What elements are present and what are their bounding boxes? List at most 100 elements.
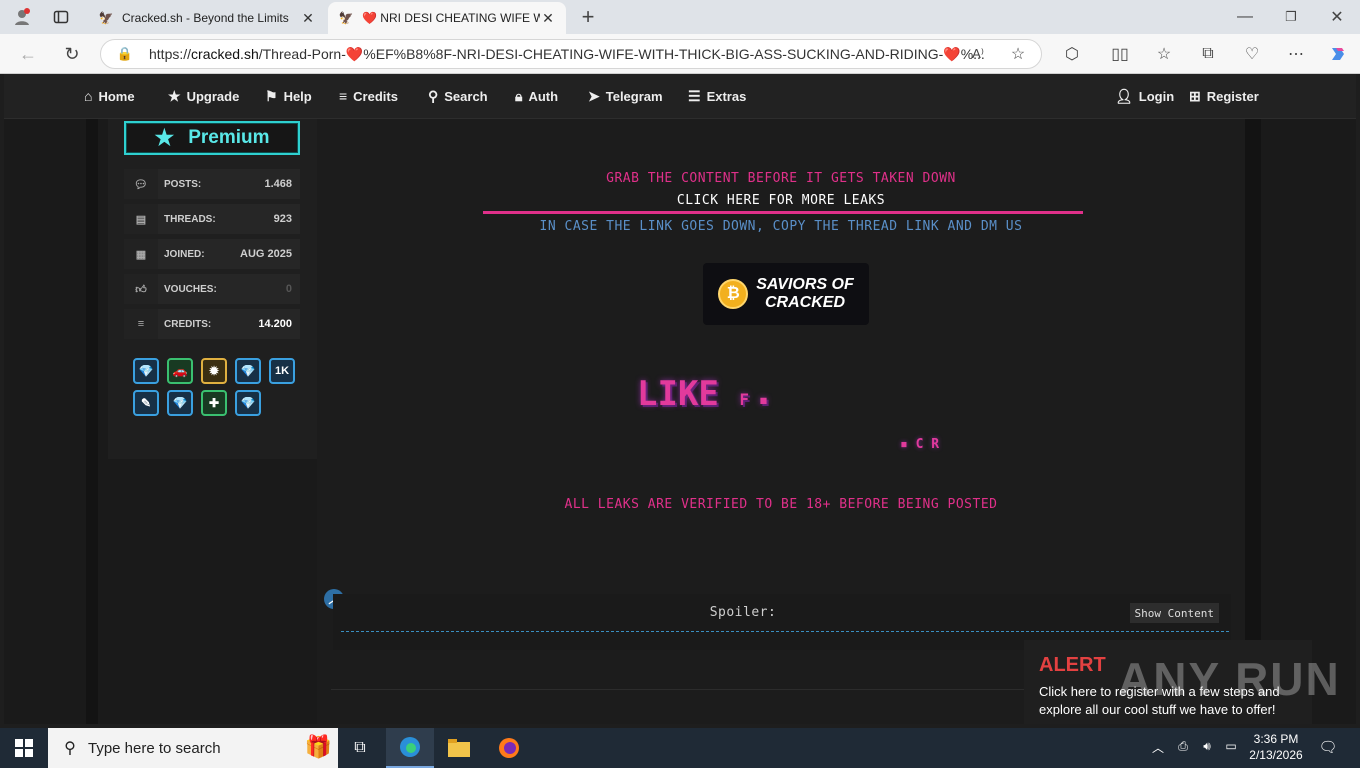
favorite-star-icon[interactable]: ☆ — [1006, 42, 1030, 66]
copilot-icon[interactable] — [1326, 42, 1350, 66]
diamond-award-icon[interactable]: 💎 — [167, 390, 193, 416]
nav-extras-label: Extras — [706, 89, 747, 104]
extensions-icon[interactable]: ⬡ — [1060, 42, 1084, 66]
performance-icon[interactable]: ♡ — [1240, 42, 1264, 66]
url-path: /Thread-Porn-❤️%EF%B8%8F-NRI-DESI-CHEATI… — [258, 45, 985, 62]
stat-value: AUG 2025 — [240, 248, 292, 260]
rank-label: Premium — [188, 127, 270, 148]
flag-icon: ⚑ — [265, 88, 278, 104]
calendar-icon: ▦ — [124, 239, 158, 269]
volume-icon[interactable]: 🔊︎ — [1198, 739, 1216, 754]
diamond-award-icon[interactable]: 💎 — [235, 390, 261, 416]
right-gutter — [1245, 119, 1261, 724]
nav-register[interactable]: ⊞ Register — [1189, 88, 1259, 105]
like-banner[interactable]: LIKE F ▪ — [637, 374, 768, 414]
telegram-icon: ➤ — [588, 88, 600, 104]
nav-login-label: Login — [1138, 89, 1175, 104]
profile-icon[interactable] — [10, 6, 34, 28]
windows-start-icon[interactable] — [12, 737, 36, 759]
tab-cracked-home[interactable]: 🦅 Cracked.sh - Beyond the Limits ✕ — [88, 2, 326, 34]
more-leaks-link[interactable]: CLICK HERE FOR MORE LEAKS — [317, 193, 1245, 208]
reload-icon[interactable]: ↻ — [60, 42, 84, 66]
diamond-award-icon[interactable]: 💎 — [235, 358, 261, 384]
nav-auth[interactable]: 🔒︎ Auth — [515, 88, 558, 105]
taskbar-search-box[interactable]: ⚲ Type here to search 🎁 — [48, 728, 338, 768]
author-sidebar: ★ Premium 💬︎ POSTS: 1.468 ▤ THREADS: 923… — [108, 119, 318, 459]
read-aloud-icon[interactable]: A⁾ — [966, 42, 990, 66]
network-meet-icon[interactable]: ⎙ — [1174, 739, 1192, 754]
left-gutter — [86, 119, 98, 724]
grab-content-text: GRAB THE CONTENT BEFORE IT GETS TAKEN DO… — [606, 171, 956, 186]
spoiler-divider — [341, 631, 1229, 632]
alert-title: ALERT — [1039, 654, 1106, 676]
collections-icon[interactable]: ⧉ — [1196, 42, 1220, 66]
show-hidden-icons[interactable]: ︿ — [1150, 739, 1166, 756]
restore-icon[interactable]: ❐ — [1278, 6, 1304, 28]
tab-actions-icon[interactable] — [50, 7, 72, 27]
stat-value: 14.200 — [258, 318, 292, 330]
coins-icon: ≡ — [339, 88, 348, 104]
site-navbar: ⌂ Home ★ Upgrade ⚑ Help ≡ Credits ⚲ Search 🔒︎… — [4, 74, 1356, 119]
search-icon: ⚲ — [64, 740, 76, 757]
nav-home[interactable]: ⌂ Home — [84, 88, 135, 104]
coins-icon: ≡ — [124, 309, 158, 339]
new-tab-icon[interactable]: + — [576, 4, 600, 29]
sun-award-icon[interactable]: ✹ — [201, 358, 227, 384]
site-info-icon[interactable]: 🔒 — [117, 46, 133, 62]
saviors-of-cracked-logo[interactable]: ₿ SAVIORS OF CRACKED — [703, 263, 869, 325]
address-bar[interactable]: 🔒 https://cracked.sh/Thread-Porn-❤️%EF%B… — [100, 39, 1042, 69]
comments-icon: 💬︎ — [124, 169, 158, 199]
stat-joined: ▦ JOINED: AUG 2025 — [124, 239, 300, 269]
tab-title: ❤️ NRI DESI CHEATING WIFE WIT — [362, 11, 540, 25]
nav-credits-label: Credits — [353, 88, 398, 104]
firefox-icon[interactable] — [496, 736, 522, 760]
divider — [483, 211, 1083, 214]
network-icon[interactable]: ▭ — [1222, 739, 1240, 753]
1k-award-icon[interactable]: 1K — [269, 358, 295, 384]
notifications-icon[interactable]: 🗨︎ — [1318, 738, 1338, 756]
browser-tab-strip: 🦅 Cracked.sh - Beyond the Limits ✕ 🦅 ❤️ … — [0, 0, 1360, 34]
close-tab-icon[interactable]: ✕ — [300, 10, 316, 27]
pencil-award-icon[interactable]: ✎ — [133, 390, 159, 416]
nav-upgrade[interactable]: ★ Upgrade — [168, 88, 239, 105]
stat-label: POSTS: — [164, 178, 202, 190]
edge-taskbar-icon[interactable] — [386, 728, 434, 768]
nav-telegram[interactable]: ➤ Telegram — [588, 88, 663, 105]
plus-award-icon[interactable]: ✚ — [201, 390, 227, 416]
nav-login[interactable]: 👤︎ Login — [1115, 88, 1174, 105]
nav-search[interactable]: ⚲ Search — [428, 88, 488, 105]
close-window-icon[interactable]: ✕ — [1324, 6, 1350, 28]
more-menu-icon[interactable]: ⋯ — [1284, 42, 1308, 66]
clock[interactable]: 3:36 PM 2/13/2026 — [1244, 731, 1308, 763]
stat-posts: 💬︎ POSTS: 1.468 — [124, 169, 300, 199]
nav-help-label: Help — [283, 89, 312, 104]
gifts-icon: 🎁 — [304, 734, 332, 759]
star-icon: ★ — [154, 125, 175, 150]
like-banner-tail: ▪ C R — [900, 437, 940, 452]
link-down-text: IN CASE THE LINK GOES DOWN, COPY THE THR… — [539, 219, 1023, 234]
favorites-icon[interactable]: ☆ — [1152, 42, 1176, 66]
split-screen-icon[interactable]: ▯▯ — [1108, 42, 1132, 66]
lock-icon: 🔒︎ — [515, 88, 523, 104]
star-icon: ★ — [168, 88, 181, 104]
nav-extras[interactable]: ☰ Extras — [688, 88, 746, 105]
diamond-award-icon[interactable]: 💎 — [133, 358, 159, 384]
site-favicon-icon: 🦅 — [98, 11, 114, 25]
verified-notice: ALL LEAKS ARE VERIFIED TO BE 18+ BEFORE … — [564, 497, 998, 512]
nav-help[interactable]: ⚑ Help — [265, 88, 312, 105]
premium-rank-badge: ★ Premium — [124, 121, 300, 155]
url-prefix: https:// — [149, 46, 192, 62]
minimize-icon[interactable]: — — [1232, 6, 1258, 28]
back-icon[interactable]: ← — [16, 42, 40, 66]
close-tab-icon[interactable]: ✕ — [540, 10, 556, 27]
nav-credits[interactable]: ≡ Credits — [339, 88, 398, 104]
home-icon: ⌂ — [84, 88, 93, 104]
right-margin — [1261, 119, 1356, 724]
tab-thread[interactable]: 🦅 ❤️ NRI DESI CHEATING WIFE WIT ✕ — [328, 2, 566, 34]
show-content-button[interactable]: Show Content — [1129, 603, 1219, 623]
file-explorer-icon[interactable] — [446, 736, 472, 760]
car-award-icon[interactable]: 🚗 — [167, 358, 193, 384]
like-small-text: F ▪ — [739, 390, 769, 409]
logo-text: SAVIORS OF CRACKED — [756, 276, 854, 312]
task-view-icon[interactable]: ⧉ — [348, 736, 372, 760]
